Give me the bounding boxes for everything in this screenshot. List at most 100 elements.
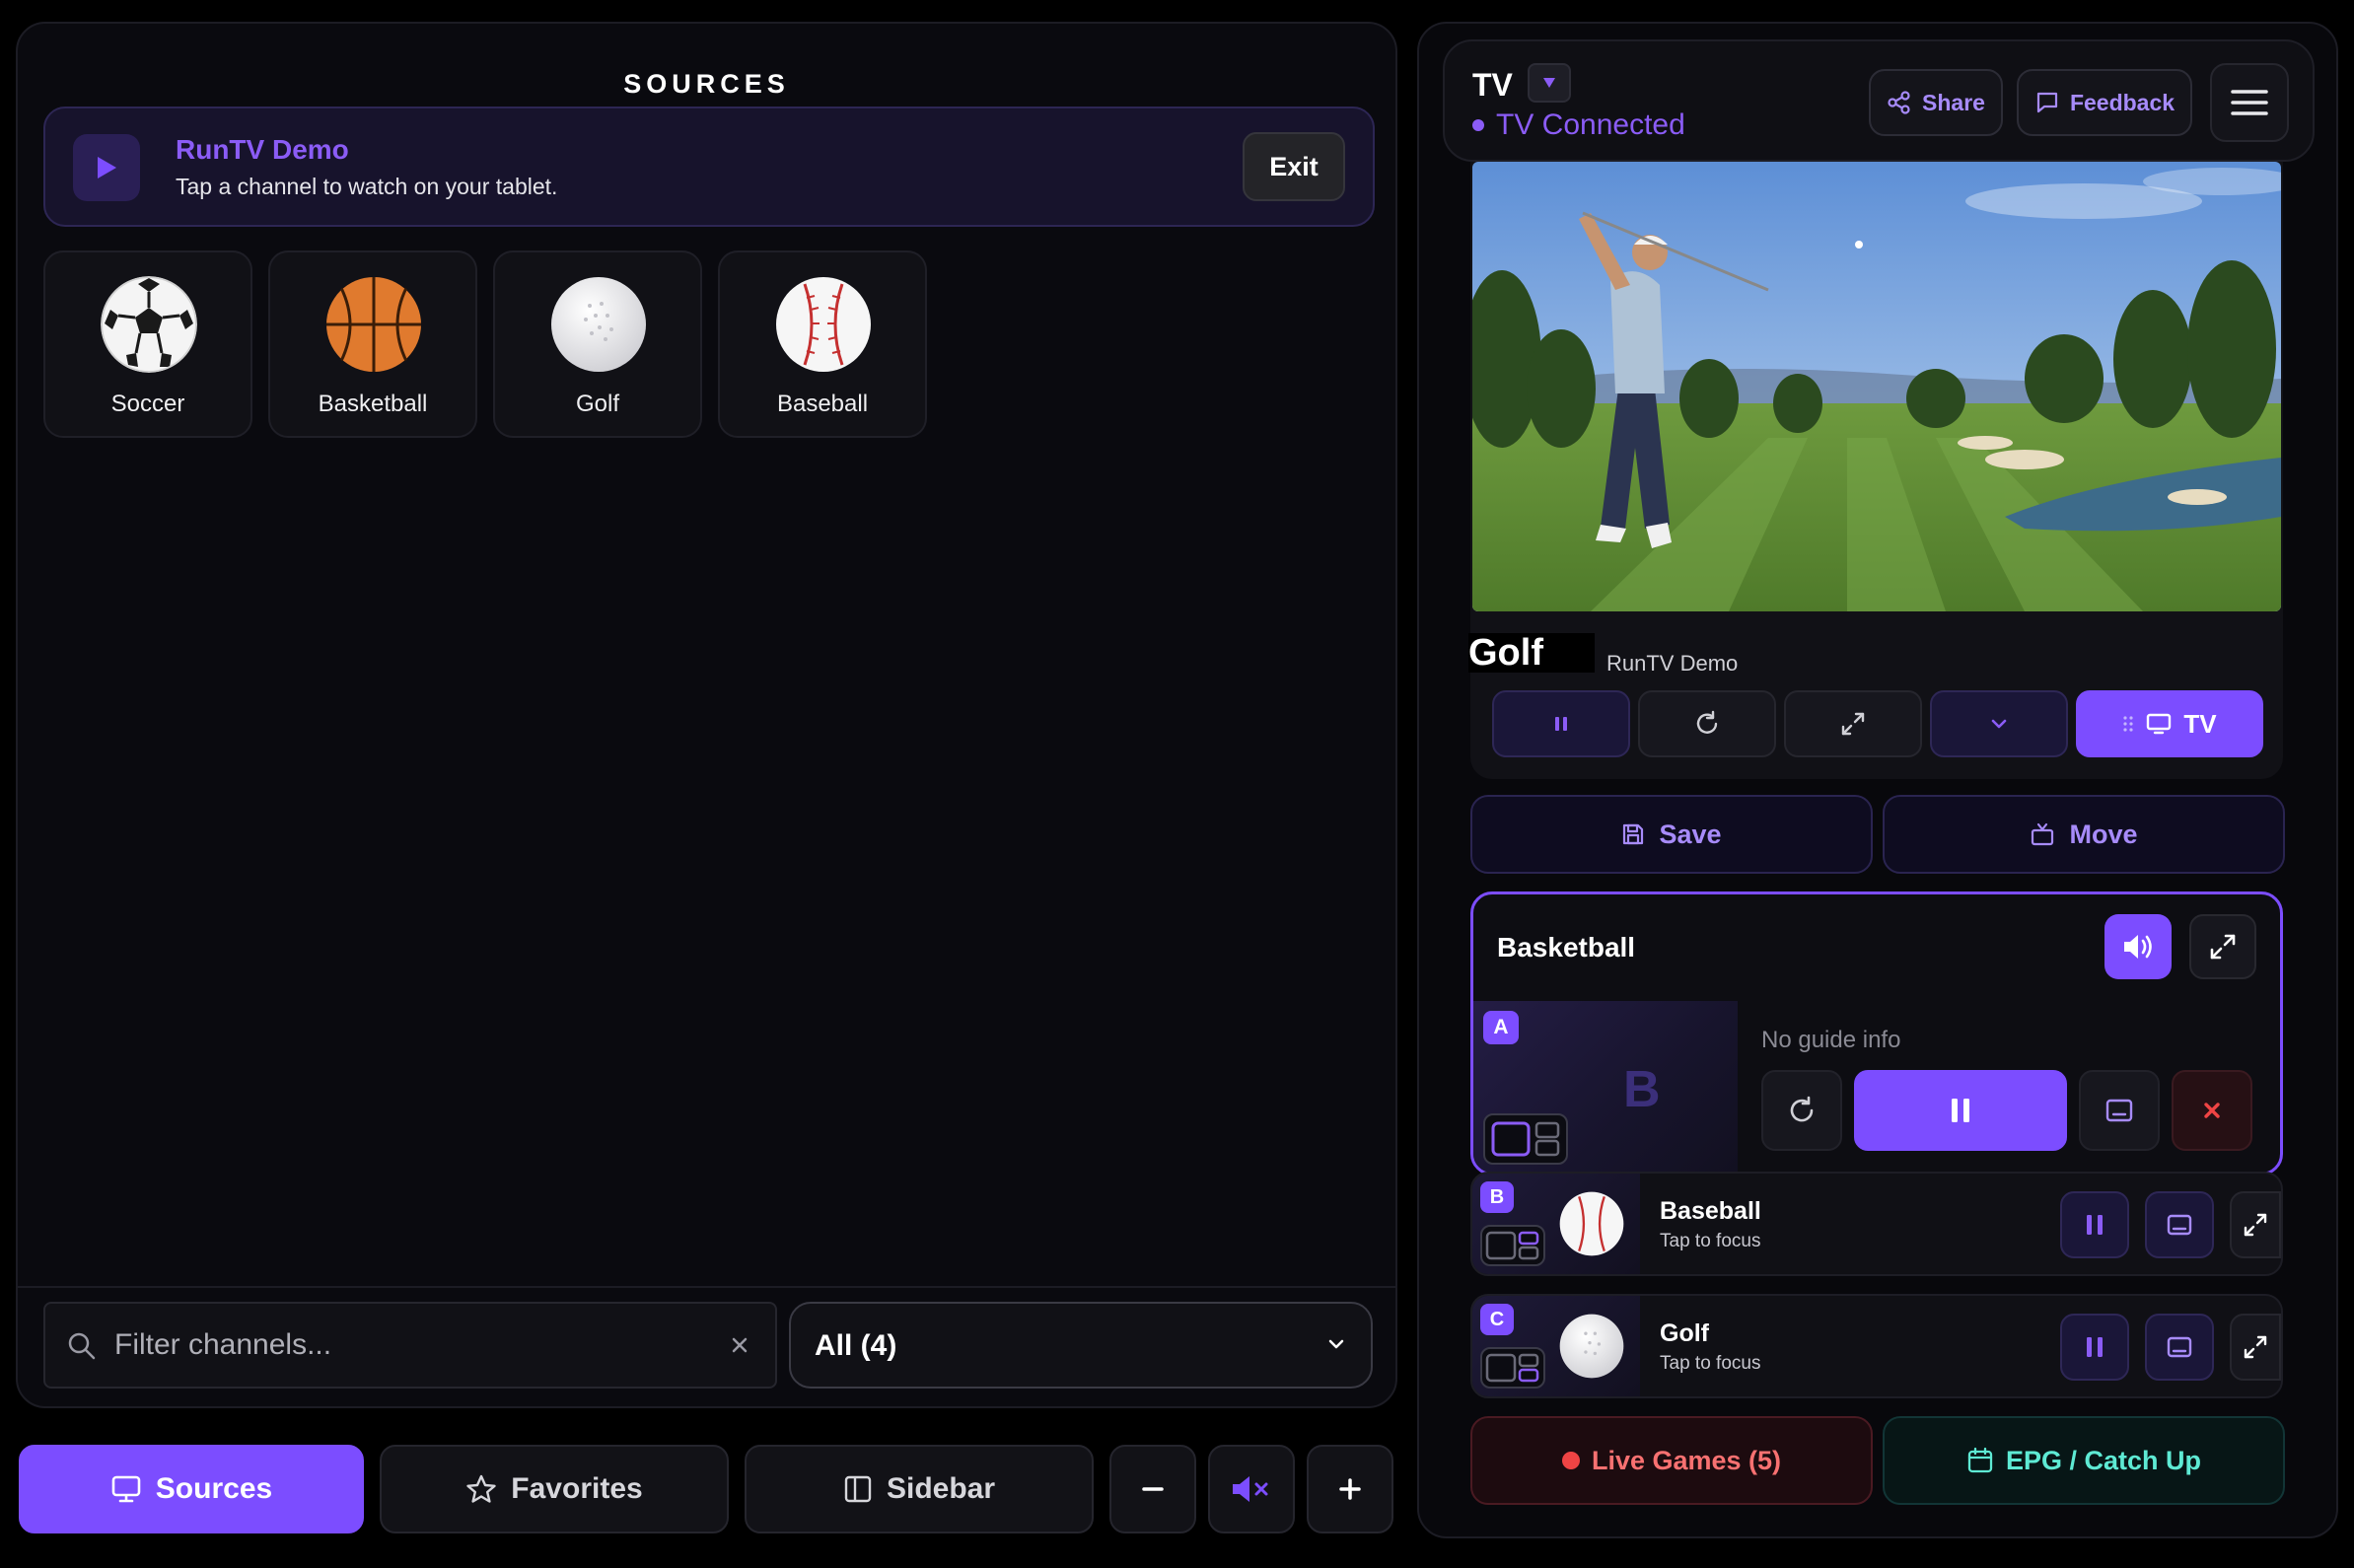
basketball-icon xyxy=(325,276,422,373)
slot-title: Baseball xyxy=(1660,1197,1761,1225)
slot-pause-button[interactable] xyxy=(2060,1191,2129,1258)
tv-antenna-icon xyxy=(2030,821,2055,847)
slot-badge: C xyxy=(1480,1304,1514,1335)
expand-icon xyxy=(2242,1333,2269,1361)
sources-tab-button[interactable]: Sources xyxy=(19,1445,364,1533)
channel-name: Soccer xyxy=(110,391,185,417)
channel-card-golf[interactable]: Golf xyxy=(493,250,702,438)
demo-subtitle: Tap a channel to watch on your tablet. xyxy=(176,174,558,199)
divider xyxy=(18,1286,1395,1288)
play-icon xyxy=(73,134,140,201)
search-icon xyxy=(67,1331,97,1361)
picture-in-picture-icon xyxy=(2166,1334,2193,1360)
picture-in-picture-icon xyxy=(2166,1212,2193,1238)
favorites-tab-button[interactable]: Favorites xyxy=(380,1445,729,1533)
pause-icon xyxy=(2083,1334,2106,1360)
guide-info-text: No guide info xyxy=(1761,1027,1901,1053)
tv-icon xyxy=(2146,712,2172,736)
share-label: Share xyxy=(1922,89,1985,115)
tv-title: TV xyxy=(1472,67,1513,103)
tv-status: TV Connected xyxy=(1472,108,1685,142)
tv-select-dropdown[interactable] xyxy=(1528,63,1571,103)
slot-pip-button[interactable] xyxy=(2145,1314,2214,1381)
tv-panel: TV TV Connected Share Feedback Golf RunT… xyxy=(1417,22,2338,1538)
channel-card-basketball[interactable]: Basketball xyxy=(268,250,477,438)
thumbnail-placeholder-letter: B xyxy=(1623,1061,1661,1118)
channel-name: Baseball xyxy=(776,391,869,417)
save-icon xyxy=(1621,822,1645,846)
chevron-down-icon xyxy=(1325,1333,1347,1355)
slot-close-button[interactable] xyxy=(2172,1070,2252,1151)
slot-subtitle: Tap to focus xyxy=(1660,1353,1761,1374)
slot-thumbnail: C xyxy=(1472,1296,1640,1396)
caret-down-icon xyxy=(1541,76,1557,90)
move-button[interactable]: Move xyxy=(1883,795,2285,874)
slot-expand-button[interactable] xyxy=(2230,1191,2281,1258)
focused-slot-title: Basketball xyxy=(1497,932,1636,962)
live-indicator-dot xyxy=(1561,1452,1580,1469)
save-button[interactable]: Save xyxy=(1470,795,1873,874)
demo-title: RunTV Demo xyxy=(176,134,349,165)
layout-icon[interactable] xyxy=(1483,1113,1568,1165)
filter-channels-input[interactable] xyxy=(114,1304,706,1387)
live-games-label: Live Games (5) xyxy=(1591,1445,1782,1475)
exit-demo-button[interactable]: Exit xyxy=(1243,132,1345,201)
close-icon xyxy=(2199,1098,2225,1123)
sidebar-toggle-button[interactable]: Sidebar xyxy=(745,1445,1094,1533)
slot-pip-button[interactable] xyxy=(2079,1070,2160,1151)
baseball-icon xyxy=(775,276,872,373)
message-icon xyxy=(2034,90,2060,115)
slot-pip-button[interactable] xyxy=(2145,1191,2214,1258)
volume-up-button[interactable] xyxy=(1307,1445,1393,1533)
now-playing-source: RunTV Demo xyxy=(1606,651,1739,676)
fullscreen-button[interactable] xyxy=(1784,690,1922,757)
epg-label: EPG / Catch Up xyxy=(2005,1445,2202,1475)
layout-icon[interactable] xyxy=(1480,1225,1545,1266)
slot-badge: A xyxy=(1483,1011,1519,1044)
channel-card-soccer[interactable]: Soccer xyxy=(43,250,252,438)
minus-icon xyxy=(1140,1476,1166,1502)
slot-card-golf[interactable]: C Golf Tap to focus xyxy=(1470,1294,2283,1398)
video-preview[interactable] xyxy=(1472,162,2281,611)
channel-card-baseball[interactable]: Baseball xyxy=(718,250,927,438)
focused-slot-card[interactable]: Basketball A B No guide info xyxy=(1470,891,2283,1176)
audio-toggle-button[interactable] xyxy=(2104,914,2172,979)
layout-icon[interactable] xyxy=(1480,1347,1545,1389)
video-player: Golf RunTV Demo TV xyxy=(1468,162,2283,779)
slot-pause-button[interactable] xyxy=(2060,1314,2129,1381)
feedback-button[interactable]: Feedback xyxy=(2017,69,2192,136)
refresh-button[interactable] xyxy=(1638,690,1776,757)
slot-title: Golf xyxy=(1660,1319,1709,1347)
focused-expand-button[interactable] xyxy=(2189,914,2256,979)
focused-slot-thumbnail[interactable]: A B xyxy=(1473,1001,1738,1173)
cast-to-tv-button[interactable]: TV xyxy=(2076,690,2263,757)
filter-field[interactable] xyxy=(43,1302,777,1389)
epg-catch-up-button[interactable]: EPG / Catch Up xyxy=(1883,1416,2285,1505)
category-select[interactable]: All (4) xyxy=(789,1302,1373,1389)
sidebar-icon xyxy=(843,1474,873,1504)
pause-button[interactable] xyxy=(1492,690,1630,757)
favorites-tab-label: Favorites xyxy=(511,1472,643,1505)
more-options-button[interactable] xyxy=(1930,690,2068,757)
expand-icon xyxy=(1839,710,1867,738)
slot-pause-button[interactable] xyxy=(1854,1070,2067,1151)
clear-filter-icon[interactable] xyxy=(724,1329,755,1361)
slot-card-baseball[interactable]: B Baseball Tap to focus xyxy=(1470,1172,2283,1276)
demo-banner: RunTV Demo Tap a channel to watch on you… xyxy=(43,107,1375,227)
mute-button[interactable] xyxy=(1208,1445,1295,1533)
share-button[interactable]: Share xyxy=(1869,69,2003,136)
feedback-label: Feedback xyxy=(2069,89,2176,115)
menu-button[interactable] xyxy=(2210,63,2289,142)
tv-status-text: TV Connected xyxy=(1496,108,1685,141)
slot-refresh-button[interactable] xyxy=(1761,1070,1842,1151)
save-label: Save xyxy=(1659,819,1722,849)
status-dot xyxy=(1472,119,1484,131)
expand-icon xyxy=(2208,932,2238,962)
live-games-button[interactable]: Live Games (5) xyxy=(1470,1416,1873,1505)
move-label: Move xyxy=(2069,819,2138,849)
pause-icon xyxy=(1947,1096,1974,1125)
volume-down-button[interactable] xyxy=(1109,1445,1196,1533)
drag-handle-icon[interactable] xyxy=(2122,715,2134,733)
slot-expand-button[interactable] xyxy=(2230,1314,2281,1381)
baseball-icon xyxy=(1559,1191,1624,1256)
